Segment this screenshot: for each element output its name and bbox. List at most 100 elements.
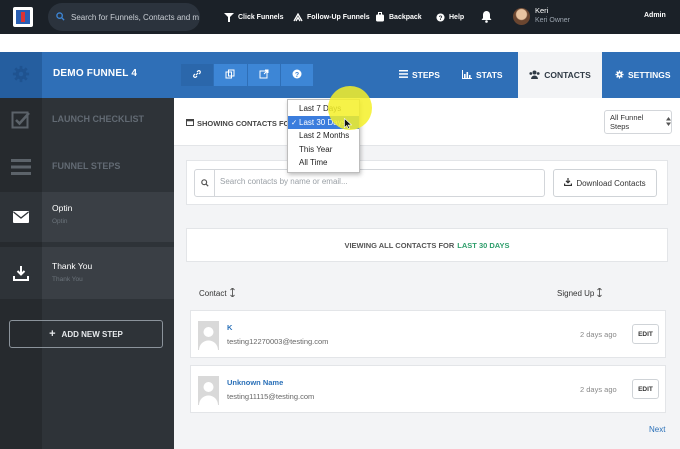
list-icon	[399, 70, 408, 80]
nav-help[interactable]: ? Help	[436, 0, 464, 34]
nav-backpack-label: Backpack	[389, 13, 422, 21]
search-icon	[56, 11, 65, 23]
sidebar-launch-checklist[interactable]: LAUNCH CHECKLIST	[0, 98, 174, 142]
sidebar-step-optin[interactable]: Optin Optin	[0, 192, 174, 242]
contacts-header: SHOWING CONTACTS FOR All Funnel Steps	[174, 98, 680, 146]
tab-settings[interactable]: SETTINGS	[615, 52, 671, 98]
search-panel: Download Contacts	[186, 160, 668, 205]
showing-contacts-label: SHOWING CONTACTS FOR	[197, 118, 295, 128]
nav-follow-up-funnels[interactable]: Follow-Up Funnels	[293, 0, 370, 34]
tab-steps[interactable]: STEPS	[399, 52, 440, 98]
tab-contacts-label: CONTACTS	[544, 70, 591, 80]
column-header-contact[interactable]: Contact	[199, 287, 235, 299]
user-role: Keri Owner	[535, 17, 571, 24]
calendar-icon	[186, 118, 194, 128]
funnel-settings-gear[interactable]	[0, 52, 42, 98]
step-subtitle: Thank You	[52, 276, 83, 283]
contact-avatar-icon	[198, 376, 219, 405]
add-new-step-button[interactable]: + ADD NEW STEP	[9, 320, 163, 348]
avatar	[513, 7, 530, 25]
funnel-icon	[224, 12, 234, 22]
nav-follow-up-funnels-label: Follow-Up Funnels	[307, 13, 370, 21]
contact-name-link[interactable]: K	[227, 323, 232, 332]
top-strip	[0, 34, 680, 52]
download-contacts-label: Download Contacts	[576, 178, 646, 188]
follow-up-icon	[293, 12, 303, 22]
tab-stats[interactable]: STATS	[462, 52, 503, 98]
user-menu[interactable]: Keri Keri Owner	[513, 6, 570, 26]
tab-stats-label: STATS	[476, 70, 503, 80]
gear-icon	[615, 69, 624, 81]
step-subtitle: Optin	[52, 218, 68, 225]
date-option-this-year[interactable]: This Year	[288, 143, 359, 157]
column-header-signed-up[interactable]: Signed Up	[557, 287, 603, 299]
funnel-title: DEMO FUNNEL 4	[53, 68, 138, 79]
user-name: Keri	[535, 6, 549, 15]
nav-help-label: Help	[449, 13, 465, 21]
download-contacts-button[interactable]: Download Contacts	[553, 169, 657, 197]
nav-click-funnels[interactable]: Click Funnels	[224, 0, 284, 34]
contact-name-link[interactable]: Unknown Name	[227, 378, 283, 387]
table-row[interactable]: K testing12270003@testing.com 2 days ago…	[190, 310, 666, 358]
contact-search[interactable]	[194, 169, 545, 197]
checklist-icon	[0, 98, 42, 142]
sidebar-funnel-steps-label: FUNNEL STEPS	[52, 161, 121, 171]
funnel-sidebar: LAUNCH CHECKLIST FUNNEL STEPS Optin Opti…	[0, 98, 174, 449]
nav-backpack[interactable]: Backpack	[375, 0, 422, 34]
sidebar-funnel-steps[interactable]: FUNNEL STEPS	[0, 145, 174, 189]
viewing-banner: VIEWING ALL CONTACTS FOR LAST 30 DAYS	[186, 228, 668, 262]
sidebar-step-thank-you[interactable]: Thank You Thank You	[0, 247, 174, 299]
contact-avatar-icon	[198, 321, 219, 350]
date-option-all-time[interactable]: All Time	[288, 156, 359, 170]
global-search-input[interactable]	[71, 12, 199, 22]
contact-signed-up: 2 days ago	[580, 330, 617, 339]
tool-help-button[interactable]: ?	[280, 64, 314, 86]
contact-email: testing12270003@testing.com	[227, 337, 329, 346]
add-new-step-label: ADD NEW STEP	[61, 329, 123, 339]
date-option-last-2-months[interactable]: Last 2 Months	[288, 129, 359, 143]
clickfunnels-logo[interactable]	[13, 7, 33, 27]
date-range-dropdown[interactable]: Last 7 Days Last 30 Days Last 2 Months T…	[287, 99, 360, 173]
mouse-cursor-icon	[344, 117, 353, 131]
top-navbar: Click Funnels Follow-Up Funnels Backpack…	[0, 0, 680, 34]
plus-icon: +	[49, 328, 56, 340]
backpack-icon	[375, 12, 385, 22]
step-title: Optin	[52, 203, 73, 213]
viewing-range: LAST 30 DAYS	[457, 240, 510, 250]
download-icon	[564, 178, 573, 188]
users-icon	[529, 70, 540, 81]
edit-contact-button[interactable]: EDIT	[632, 324, 659, 344]
tab-contacts[interactable]: CONTACTS	[518, 52, 602, 98]
showing-contacts-title: SHOWING CONTACTS FOR	[186, 118, 295, 128]
edit-contact-button[interactable]: EDIT	[632, 379, 659, 399]
contact-search-input[interactable]	[220, 177, 520, 186]
tool-open-button[interactable]	[247, 64, 281, 86]
nav-click-funnels-label: Click Funnels	[238, 13, 284, 21]
global-search[interactable]	[48, 3, 200, 31]
copy-icon	[225, 69, 235, 81]
sort-icon	[597, 287, 603, 299]
tool-copy-button[interactable]	[214, 64, 248, 86]
bell-icon[interactable]	[481, 10, 492, 25]
tab-settings-label: SETTINGS	[628, 70, 671, 80]
list-icon	[0, 145, 42, 189]
admin-link[interactable]: Admin	[644, 12, 666, 19]
table-row[interactable]: Unknown Name testing11115@testing.com 2 …	[190, 365, 666, 413]
funnel-header: DEMO FUNNEL 4 ? STEPS STATS CONTACTS SET…	[0, 52, 680, 98]
external-link-icon	[259, 69, 269, 81]
gear-icon	[12, 65, 30, 85]
svg-text:?: ?	[295, 72, 299, 79]
pagination-next-link[interactable]: Next	[649, 425, 665, 434]
select-arrows-icon	[666, 116, 671, 128]
step-title: Thank You	[52, 261, 93, 271]
sidebar-launch-checklist-label: LAUNCH CHECKLIST	[52, 114, 144, 124]
date-option-last-7-days[interactable]: Last 7 Days	[288, 102, 359, 116]
envelope-icon	[0, 192, 42, 242]
column-header-contact-label: Contact	[199, 289, 227, 298]
download-icon	[0, 247, 42, 299]
contact-signed-up: 2 days ago	[580, 385, 617, 394]
funnel-steps-filter[interactable]: All Funnel Steps	[604, 110, 672, 134]
bar-chart-icon	[462, 69, 472, 81]
tool-link-button[interactable]	[181, 64, 215, 86]
viewing-prefix: VIEWING ALL CONTACTS FOR	[344, 240, 455, 250]
